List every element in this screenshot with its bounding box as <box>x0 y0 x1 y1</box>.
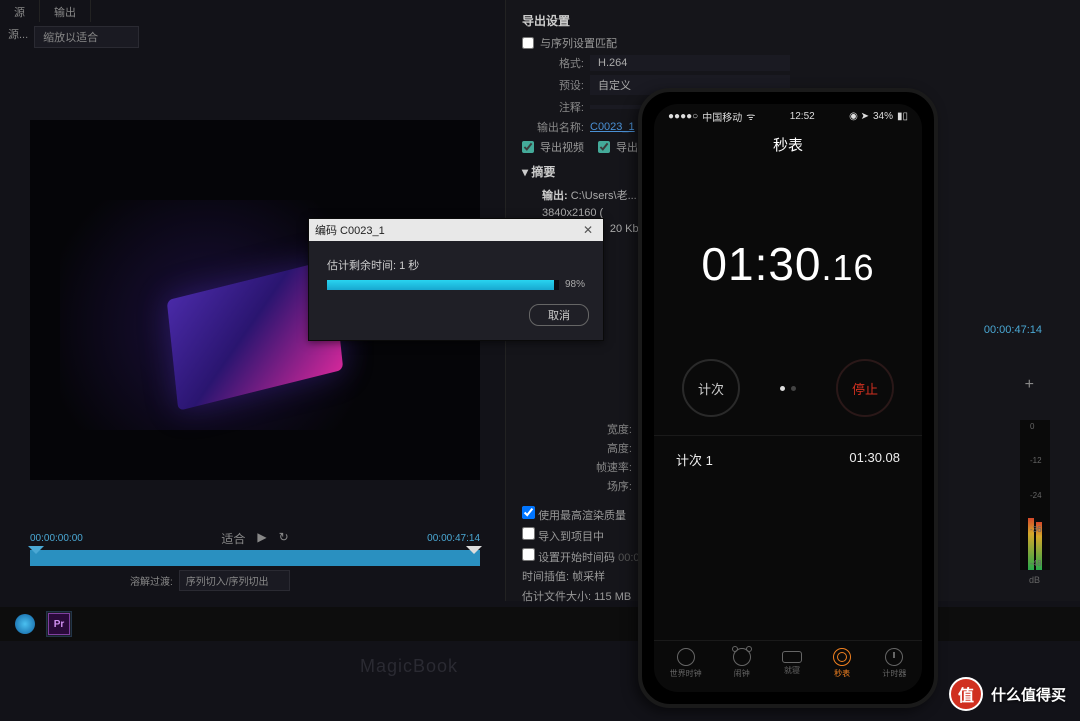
source-label: 源... <box>8 26 28 48</box>
time-interp-label: 时间插值: <box>522 571 569 583</box>
transport-bar: 00:00:00:00 适合 ▶ ↻ 00:00:47:14 <box>30 528 480 548</box>
output-name-label: 输出名称: <box>522 119 584 135</box>
export-title: 导出设置 <box>522 12 1064 29</box>
page-dots[interactable] <box>780 386 796 391</box>
transition-row: 溶解过渡: 序列切入/序列切出 <box>130 570 290 591</box>
watermark: 值 什么值得买 <box>949 677 1066 711</box>
tab-stopwatch[interactable]: 秒表 <box>833 648 851 679</box>
close-icon[interactable]: ✕ <box>579 223 597 237</box>
watermark-text: 什么值得买 <box>991 684 1066 705</box>
summary-line-1: 3840x2160 ( <box>542 207 603 219</box>
fit-dropdown[interactable]: 适合 <box>221 530 245 547</box>
format-dropdown[interactable]: H.264 <box>590 55 790 71</box>
location-icon: ◉ ➤ <box>849 111 869 122</box>
carrier-label: 中国移动 <box>702 109 742 124</box>
wifi-icon: ⁠ᯤ <box>746 109 755 123</box>
match-sequence-label: 与序列设置匹配 <box>540 35 617 51</box>
play-icon[interactable]: ▶ <box>257 530 266 547</box>
tab-alarm[interactable]: 闹钟 <box>733 648 751 679</box>
summary-output-label: 输出: <box>542 190 568 202</box>
eta-text: 估计剩余时间: 1 秒 <box>327 257 585 273</box>
tab-output[interactable]: 输出 <box>40 0 91 22</box>
height-label: 高度: <box>522 440 632 456</box>
phone-status-bar: ●●●●○ 中国移动 ⁠ᯤ 12:52 ◉ ➤ 34% ▮▯ <box>654 104 922 122</box>
timeline-scrubber[interactable] <box>30 550 480 566</box>
import-project-label: 导入到项目中 <box>538 531 604 543</box>
tab-bedtime[interactable]: 就寝 <box>782 651 802 676</box>
watermark-badge: 值 <box>949 677 983 711</box>
output-name-link[interactable]: C0023_1 <box>590 121 635 133</box>
stopwatch-time: 01:30.16 <box>654 237 922 291</box>
dialog-titlebar[interactable]: 编码 C0023_1 ✕ <box>309 219 603 241</box>
signal-icon: ●●●●○ <box>668 111 698 122</box>
progress-percent: 98% <box>565 279 585 290</box>
preview-dropdown-row: 源... 缩放以适合 <box>0 22 147 52</box>
est-size-label: 估计文件大小: <box>522 591 591 603</box>
export-video-checkbox[interactable] <box>522 141 534 153</box>
lap-button[interactable]: 计次 <box>682 359 740 417</box>
meter-scale: 0-12-24-36-48 <box>1030 420 1052 570</box>
est-size-value: 115 MB <box>594 591 631 603</box>
set-start-tc-label: 设置开始时间码 <box>538 552 615 564</box>
db-label: dB <box>1029 575 1040 585</box>
taskbar-premiere-icon[interactable]: Pr <box>46 611 72 637</box>
encoding-dialog: 编码 C0023_1 ✕ 估计剩余时间: 1 秒 98% 取消 <box>308 218 604 341</box>
max-quality-label: 使用最高渲染质量 <box>538 510 626 522</box>
progress-bar <box>327 280 559 290</box>
scale-dropdown[interactable]: 缩放以适合 <box>34 26 139 48</box>
progress-fill <box>327 280 554 290</box>
preview-tabs: 源 输出 <box>0 0 91 22</box>
export-audio-checkbox[interactable] <box>598 141 610 153</box>
match-sequence-checkbox[interactable] <box>522 37 534 49</box>
timeline-timecode: 00:00:47:14 <box>984 324 1042 336</box>
timecode-out: 00:00:47:14 <box>427 533 480 544</box>
phone-device: ●●●●○ 中国移动 ⁠ᯤ 12:52 ◉ ➤ 34% ▮▯ 秒表 01:30.… <box>638 88 938 708</box>
tab-source[interactable]: 源 <box>0 0 40 22</box>
stop-button[interactable]: 停止 <box>836 359 894 417</box>
dialog-title: 编码 C0023_1 <box>315 222 385 238</box>
tab-world-clock[interactable]: 世界时钟 <box>670 648 702 679</box>
stopwatch-title: 秒表 <box>654 134 922 155</box>
format-label: 格式: <box>522 55 584 71</box>
status-time: 12:52 <box>790 111 815 122</box>
transition-label: 溶解过渡: <box>130 573 173 588</box>
set-start-tc-checkbox[interactable] <box>522 548 535 561</box>
battery-icon: ▮▯ <box>897 111 908 122</box>
laptop-brand: MagicBook <box>360 656 458 677</box>
lap-time: 01:30.08 <box>849 450 900 469</box>
lap-label: 计次 1 <box>676 450 713 469</box>
loop-icon[interactable]: ↻ <box>279 530 289 547</box>
timecode-in: 00:00:00:00 <box>30 533 83 544</box>
battery-percent: 34% <box>873 111 893 122</box>
zoom-in-icon[interactable]: + <box>1025 376 1034 394</box>
taskbar-browser-icon[interactable] <box>12 611 38 637</box>
order-label: 场序: <box>522 478 632 494</box>
summary-line-0: C:\Users\老... <box>571 190 637 202</box>
phone-tab-bar: 世界时钟 闹钟 就寝 秒表 计时器 <box>654 640 922 686</box>
max-quality-checkbox[interactable] <box>522 506 535 519</box>
summary-line-3: 20 Kb <box>610 223 639 235</box>
time-interp-value[interactable]: 帧采样 <box>572 571 605 583</box>
cancel-button[interactable]: 取消 <box>529 304 589 326</box>
lap-row-1: 计次 1 01:30.08 <box>654 435 922 469</box>
preset-label: 预设: <box>522 77 584 93</box>
fps-label: 帧速率: <box>522 459 632 475</box>
audio-meter: 0-12-24-36-48 <box>1020 420 1050 570</box>
export-video-label: 导出视频 <box>540 139 584 155</box>
import-project-checkbox[interactable] <box>522 527 535 540</box>
transition-dropdown[interactable]: 序列切入/序列切出 <box>179 570 290 591</box>
comment-label: 注释: <box>522 99 584 115</box>
tab-timer[interactable]: 计时器 <box>882 648 906 679</box>
width-label: 宽度: <box>522 421 632 437</box>
transport-controls[interactable]: 适合 ▶ ↻ <box>221 530 288 547</box>
